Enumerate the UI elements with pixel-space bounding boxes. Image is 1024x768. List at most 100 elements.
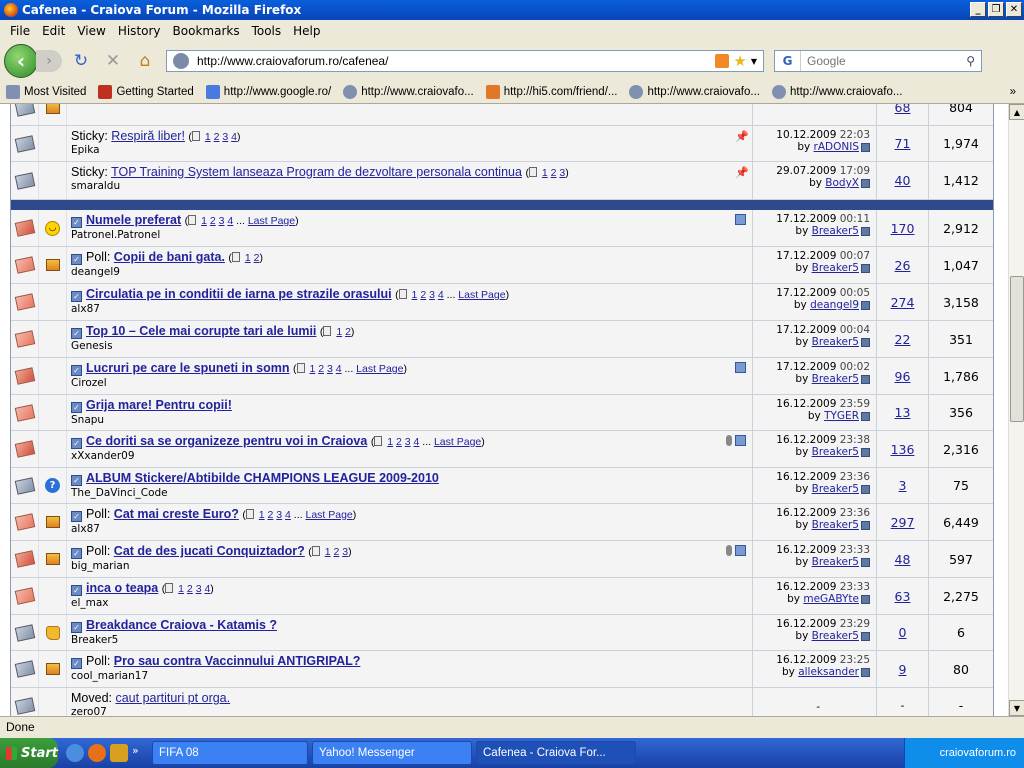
page-link[interactable]: 4 [414, 436, 420, 448]
bookmark-getting-started[interactable]: Getting Started [92, 85, 199, 99]
topic-title-link[interactable]: Copii de bani gata. [114, 250, 225, 264]
go-to-last-post-icon[interactable] [861, 178, 870, 188]
replies-count[interactable]: 13 [895, 405, 911, 420]
page-link[interactable]: 1 [325, 546, 331, 558]
page-link[interactable]: 2 [345, 326, 351, 338]
page-link[interactable]: 3 [559, 167, 565, 179]
replies-count[interactable]: 274 [891, 295, 915, 310]
last-poster-link[interactable]: Breaker5 [812, 373, 859, 385]
last-poster-link[interactable]: Breaker5 [812, 225, 859, 237]
restore-button[interactable]: ❐ [988, 2, 1004, 17]
topic-title-link[interactable]: Respiră liber! [111, 129, 185, 143]
taskbar-item-fifa[interactable]: FIFA 08 [152, 741, 308, 765]
ie-icon[interactable] [66, 744, 84, 762]
page-link[interactable]: 1 [309, 363, 315, 375]
start-button[interactable]: Start [0, 738, 58, 768]
topic-title-link[interactable]: Cat mai creste Euro? [114, 507, 239, 521]
last-page-link[interactable]: Last Page [305, 509, 352, 521]
page-link[interactable]: 2 [420, 289, 426, 301]
last-poster-link[interactable]: BodyX [825, 177, 859, 189]
menu-help[interactable]: Help [287, 24, 326, 38]
page-link[interactable]: 1 [245, 252, 251, 264]
replies-count[interactable]: 297 [891, 515, 915, 530]
vertical-scrollbar[interactable]: ▲ ▼ [1008, 104, 1024, 716]
page-link[interactable]: 1 [336, 326, 342, 338]
page-link[interactable]: 4 [336, 363, 342, 375]
topic-title-link[interactable]: Top 10 – Cele mai corupte tari ale lumii [86, 324, 316, 338]
go-to-last-post-icon[interactable] [861, 337, 870, 347]
page-link[interactable]: 3 [276, 509, 282, 521]
replies-count[interactable]: 40 [895, 173, 911, 188]
bookmark-star-icon[interactable]: ★ [733, 52, 746, 70]
topic-title-link[interactable]: inca o teapa [86, 581, 158, 595]
last-poster-link[interactable]: TYGER [824, 410, 859, 422]
last-poster-link[interactable]: alleksander [798, 666, 859, 678]
scroll-up-button[interactable]: ▲ [1009, 104, 1024, 120]
page-link[interactable]: 3 [405, 436, 411, 448]
page-link[interactable]: 2 [333, 546, 339, 558]
page-link[interactable]: 1 [205, 131, 211, 143]
topic-title-link[interactable]: Numele preferat [86, 213, 181, 227]
replies-count[interactable]: 63 [895, 589, 911, 604]
page-link[interactable]: 2 [396, 436, 402, 448]
page-link[interactable]: 3 [342, 546, 348, 558]
app-icon[interactable] [110, 744, 128, 762]
page-link[interactable]: 4 [285, 509, 291, 521]
chevron-icon[interactable]: » [132, 744, 142, 762]
replies-count[interactable]: 48 [895, 552, 911, 567]
bookmark-craiovaforum-3[interactable]: http://www.craiovafo... [766, 85, 909, 99]
go-to-last-post-icon[interactable] [861, 594, 870, 604]
menu-file[interactable]: File [4, 24, 36, 38]
topic-title-link[interactable]: Cat de des jucati Conquiztador? [114, 544, 305, 558]
page-link[interactable]: 2 [551, 167, 557, 179]
go-to-last-post-icon[interactable] [861, 667, 870, 677]
page-link[interactable]: 1 [542, 167, 548, 179]
page-link[interactable]: 4 [227, 215, 233, 227]
menu-tools[interactable]: Tools [246, 24, 288, 38]
replies-count[interactable]: 9 [899, 662, 907, 677]
page-link[interactable]: 1 [412, 289, 418, 301]
replies-count[interactable]: 96 [895, 369, 911, 384]
search-icon[interactable]: ⚲ [966, 54, 975, 68]
go-to-last-post-icon[interactable] [861, 300, 870, 310]
taskbar-item-firefox[interactable]: Cafenea - Craiova For... [476, 741, 636, 765]
bookmark-craiovaforum-1[interactable]: http://www.craiovafo... [337, 85, 480, 99]
page-link[interactable]: 2 [214, 131, 220, 143]
last-poster-link[interactable]: rADONIS [814, 141, 859, 153]
last-page-link[interactable]: Last Page [248, 215, 295, 227]
search-input[interactable] [801, 54, 967, 68]
forward-button[interactable]: › [36, 50, 62, 72]
url-input[interactable] [197, 54, 716, 68]
scroll-thumb[interactable] [1010, 276, 1024, 422]
home-button[interactable]: ⌂ [132, 48, 158, 74]
bookmark-google[interactable]: http://www.google.ro/ [200, 85, 337, 99]
go-to-last-post-icon[interactable] [861, 484, 870, 494]
scroll-down-button[interactable]: ▼ [1009, 700, 1024, 716]
go-to-last-post-icon[interactable] [861, 631, 870, 641]
last-poster-link[interactable]: baiatFIN2003 [789, 104, 859, 105]
go-to-last-post-icon[interactable] [861, 520, 870, 530]
google-engine-icon[interactable]: G [775, 51, 801, 71]
page-link[interactable]: 1 [259, 509, 265, 521]
last-poster-link[interactable]: Breaker5 [812, 336, 859, 348]
topic-title-link[interactable]: Lucruri pe care le spuneti in somn [86, 361, 290, 375]
replies-count[interactable]: 22 [895, 332, 911, 347]
menu-view[interactable]: View [71, 24, 111, 38]
bookmark-most-visited[interactable]: Most Visited [0, 85, 92, 99]
page-link[interactable]: 2 [210, 215, 216, 227]
last-poster-link[interactable]: meGABYte [803, 593, 859, 605]
topic-title-link[interactable]: Grija mare! Pentru copii! [86, 398, 232, 412]
topic-title-link[interactable]: Circulatia pe in conditii de iarna pe st… [86, 287, 392, 301]
go-to-last-post-icon[interactable] [861, 263, 870, 273]
replies-count[interactable]: 26 [895, 258, 911, 273]
go-to-last-post-icon[interactable] [861, 142, 870, 152]
page-link[interactable]: 1 [178, 583, 184, 595]
last-page-link[interactable]: Last Page [458, 289, 505, 301]
last-poster-link[interactable]: Breaker5 [812, 262, 859, 274]
go-to-last-post-icon[interactable] [861, 374, 870, 384]
page-link[interactable]: 2 [187, 583, 193, 595]
page-link[interactable]: 1 [201, 215, 207, 227]
go-to-last-post-icon[interactable] [861, 411, 870, 421]
replies-count[interactable]: 71 [895, 136, 911, 151]
last-poster-link[interactable]: Breaker5 [812, 483, 859, 495]
